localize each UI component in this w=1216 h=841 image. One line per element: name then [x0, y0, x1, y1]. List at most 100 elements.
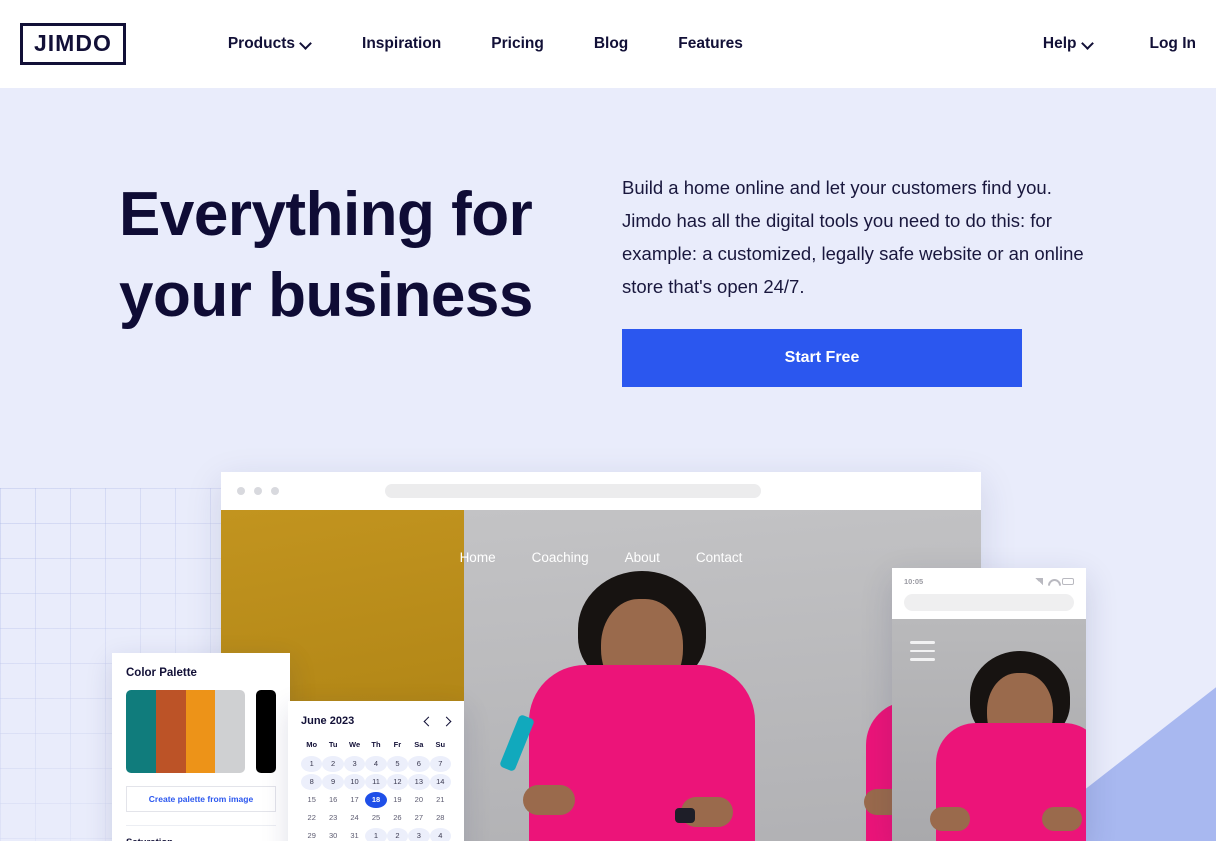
nav-label-help: Help [1042, 35, 1077, 52]
site-nav-contact[interactable]: Contact [696, 550, 743, 565]
hero-description: Build a home online and let your custome… [622, 177, 1084, 297]
phone-address-bar[interactable] [904, 594, 1074, 611]
page-title: Everything for your business [119, 180, 533, 330]
nav-item-help[interactable]: Help [1043, 35, 1094, 53]
calendar-day[interactable]: 13 [408, 774, 430, 790]
calendar-day[interactable]: 20 [408, 792, 429, 808]
calendar-day[interactable]: 10 [343, 774, 366, 790]
jimdo-logo[interactable]: JIMDO [20, 23, 126, 65]
person-blouse [499, 665, 755, 841]
minimize-dot-icon [254, 487, 262, 495]
calendar-day-selected[interactable]: 18 [365, 792, 387, 808]
nav-item-features[interactable]: Features [678, 35, 743, 53]
calendar-day[interactable]: 3 [343, 756, 366, 772]
calendar-day[interactable]: 2 [386, 828, 409, 841]
create-palette-button[interactable]: Create palette from image [126, 786, 276, 812]
palette-swatch-black[interactable] [256, 690, 276, 773]
nav-item-inspiration[interactable]: Inspiration [362, 35, 441, 53]
calendar-weekday: Tu [328, 740, 338, 749]
mock-site-navigation: Home Coaching About Contact [221, 550, 981, 565]
calendar-day[interactable]: 19 [387, 792, 408, 808]
calendar-weekday: Sa [414, 740, 424, 749]
login-link[interactable]: Log In [1150, 35, 1197, 53]
calendar-day[interactable]: 1 [365, 828, 387, 841]
calendar-weekday: Fr [393, 740, 402, 749]
browser-address-bar[interactable] [385, 484, 761, 498]
calendar-month-label: June 2023 [301, 715, 355, 727]
site-nav-coaching[interactable]: Coaching [532, 550, 589, 565]
calendar-weekday: Su [435, 740, 446, 749]
nav-label-inspiration: Inspiration [362, 35, 442, 52]
palette-swatch-row [126, 690, 276, 773]
calendar-day[interactable]: 7 [429, 756, 451, 772]
wristwatch [675, 808, 695, 823]
calendar-day[interactable]: 17 [344, 792, 365, 808]
calendar-day[interactable]: 8 [301, 774, 323, 790]
calendar-grid: Mo Tu We Th Fr Sa Su 1 2 3 4 5 6 7 8 9 10 11 12 13 14 15 16 17 1… [301, 740, 451, 841]
close-dot-icon [237, 487, 245, 495]
calendar-day[interactable]: 5 [386, 756, 409, 772]
nav-item-products[interactable]: Products [228, 35, 312, 53]
palette-swatch-2[interactable] [155, 690, 186, 773]
site-nav-about[interactable]: About [625, 550, 660, 565]
calendar-day[interactable]: 2 [322, 756, 344, 772]
calendar-day[interactable]: 24 [344, 810, 365, 826]
calendar-weekday: We [349, 740, 361, 749]
nav-label-pricing: Pricing [491, 35, 544, 52]
palette-swatch-4[interactable] [215, 690, 245, 773]
palette-swatch-group [126, 690, 245, 773]
nav-label-products: Products [227, 35, 296, 52]
calendar-day[interactable]: 31 [344, 828, 365, 841]
calendar-day[interactable]: 15 [301, 792, 322, 808]
calendar-day[interactable]: 1 [301, 756, 323, 772]
calendar-day[interactable]: 6 [408, 756, 430, 772]
chevron-left-icon[interactable] [424, 717, 433, 726]
calendar-weekday: Mo [306, 740, 318, 749]
calendar-day[interactable]: 27 [408, 810, 429, 826]
calendar-day[interactable]: 11 [365, 774, 387, 790]
palette-swatch-1[interactable] [126, 690, 156, 773]
calendar-day[interactable]: 28 [430, 810, 451, 826]
divider [126, 825, 276, 826]
calendar-day[interactable]: 4 [429, 828, 451, 841]
nav-item-blog[interactable]: Blog [594, 35, 628, 53]
nav-label-blog: Blog [593, 35, 629, 52]
person-mobile [930, 651, 1086, 841]
chevron-right-icon[interactable] [442, 717, 451, 726]
nav-item-pricing[interactable]: Pricing [491, 35, 544, 53]
person-hand-right [1042, 807, 1082, 831]
calendar-day[interactable]: 29 [301, 828, 322, 841]
window-controls [237, 487, 279, 495]
calendar-weekday: Th [371, 740, 381, 749]
header-actions: Help Log In [987, 35, 1196, 53]
signal-icon [1035, 577, 1043, 585]
palette-swatch-3[interactable] [185, 690, 216, 773]
calendar-day[interactable]: 12 [386, 774, 409, 790]
calendar-day[interactable]: 16 [322, 792, 343, 808]
calendar-day[interactable]: 9 [322, 774, 344, 790]
calendar-header: June 2023 [301, 715, 451, 727]
browser-chrome-bar [221, 472, 981, 510]
calendar-day[interactable]: 25 [365, 810, 386, 826]
status-icons [1035, 577, 1074, 585]
palette-card-title: Color Palette [126, 667, 197, 679]
calendar-day[interactable]: 23 [322, 810, 343, 826]
person-blouse [930, 723, 1086, 841]
calendar-day[interactable]: 14 [429, 774, 451, 790]
battery-icon [1062, 577, 1074, 585]
phone-address-area [892, 594, 1086, 619]
calendar-day[interactable]: 26 [387, 810, 408, 826]
site-nav-home[interactable]: Home [460, 550, 496, 565]
hero-section: Everything for your business Build a hom… [0, 88, 1216, 841]
start-free-button[interactable]: Start Free [622, 329, 1022, 387]
main-navigation: Products Inspiration Pricing Blog Featur… [228, 35, 793, 53]
phone-mockup: 10:05 [892, 568, 1086, 841]
calendar-day[interactable]: 30 [322, 828, 343, 841]
calendar-day[interactable]: 3 [408, 828, 430, 841]
nav-label-features: Features [678, 35, 743, 52]
calendar-day[interactable]: 4 [365, 756, 387, 772]
calendar-day[interactable]: 21 [430, 792, 451, 808]
saturation-label: Saturation [126, 837, 276, 841]
calendar-nav [424, 717, 451, 726]
calendar-day[interactable]: 22 [301, 810, 322, 826]
